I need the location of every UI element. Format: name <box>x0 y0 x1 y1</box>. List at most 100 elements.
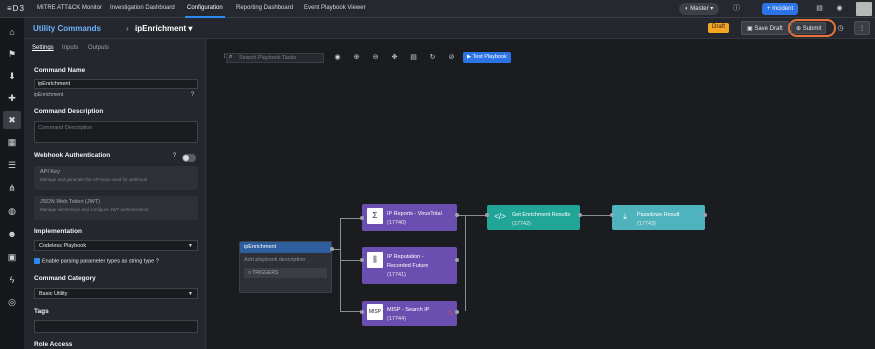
start-node-title: ipEnrichment <box>240 242 331 253</box>
add-incident-button[interactable]: + Incident <box>762 3 799 15</box>
settings-panel: Settings Inputs Outputs Command Name ipE… <box>24 39 206 349</box>
test-playbook-button[interactable]: ▶ Test Playbook <box>463 52 511 63</box>
database-icon[interactable]: ☰ <box>6 159 18 171</box>
api-key-desc: Manage and generate the API keys used fo… <box>40 177 148 182</box>
node-ip-reports-virustotal[interactable]: Σ IP Reports - VirusTotal (17740) <box>362 204 457 231</box>
submit-button[interactable]: ⊕ Submit <box>791 22 827 34</box>
download-icon[interactable]: ⬇ <box>6 70 18 82</box>
node-misp-search-ip[interactable]: MISP MISP - Search IP (17744) ⚠ <box>362 301 457 326</box>
info-icon[interactable]: ⓘ <box>732 4 741 13</box>
edge-line <box>340 218 362 219</box>
eye-icon[interactable]: ◉ <box>333 53 342 62</box>
command-name-label: Command Name <box>34 67 86 74</box>
chevron-down-icon: ▼ <box>188 291 193 297</box>
tab-inputs[interactable]: Inputs <box>62 45 78 51</box>
description-label: Command Description <box>34 108 104 115</box>
triggers-toggle[interactable]: > TRIGGERS <box>244 268 327 278</box>
jwt-desc: Manage secret keys and configure JWT aut… <box>40 207 149 212</box>
broadcast-icon[interactable]: ◍ <box>6 205 18 217</box>
node-id: (17743) <box>637 221 656 227</box>
breadcrumb-parent[interactable]: Utility Commands <box>33 24 101 33</box>
share-icon[interactable]: ⋔ <box>6 182 18 194</box>
connector-dot <box>455 310 459 314</box>
help-icon[interactable]: ? <box>188 91 197 100</box>
tab-investigation-dashboard[interactable]: Investigation Dashboard <box>110 5 175 11</box>
tools-icon[interactable]: ✖ <box>3 111 21 129</box>
tab-reporting-dashboard[interactable]: Reporting Dashboard <box>236 5 293 11</box>
refresh-icon[interactable]: ↻ <box>428 53 437 62</box>
edge-line <box>340 260 362 261</box>
report-icon[interactable]: ▣ <box>6 251 18 263</box>
node-id: (17744) <box>387 316 406 322</box>
connector-dot <box>578 213 582 217</box>
help-icon[interactable]: ? <box>170 152 179 161</box>
home-icon[interactable]: ⌂ <box>6 26 18 38</box>
description-field[interactable]: Command Description <box>34 121 198 143</box>
start-node[interactable]: ipEnrichment Add playbook description > … <box>239 241 332 293</box>
connector-dot <box>360 310 364 314</box>
document-icon[interactable]: ▤ <box>815 4 824 13</box>
calendar-icon[interactable]: ▦ <box>6 136 18 148</box>
search-icon: ⌕ <box>229 54 233 60</box>
plus-circle-icon: ⊕ <box>796 26 803 32</box>
playbook-canvas[interactable]: ⁞⁞ ⌕ Search Playbook Tasks ◉ ⊕ ⊖ ✥ ▤ ↻ ⊘… <box>207 39 875 349</box>
save-draft-button[interactable]: ▣ Save Draft <box>741 21 789 35</box>
edge-line <box>465 215 466 311</box>
puzzle-icon[interactable]: ✚ <box>6 92 18 104</box>
zoom-in-icon[interactable]: ⊕ <box>352 53 361 62</box>
download-icon: ⤓ <box>623 212 627 221</box>
flag-icon[interactable]: ⚑ <box>6 48 18 60</box>
connector-dot <box>610 213 614 217</box>
misp-icon: MISP <box>367 304 383 320</box>
tags-label: Tags <box>34 308 49 315</box>
warning-icon: ⚠ <box>446 310 453 317</box>
page-header: Utility Commands › ipEnrichment ▾ Draft … <box>24 18 875 39</box>
fingerprint-icon[interactable]: ◎ <box>6 296 18 308</box>
node-passdown-result[interactable]: ⤓ Passdown Result (17743) <box>612 205 705 230</box>
d3-logo: ≡D3 <box>7 4 25 13</box>
tags-input[interactable] <box>34 320 198 333</box>
page-title[interactable]: ipEnrichment ▾ <box>135 24 192 33</box>
command-category-select[interactable]: Basic Utility ▼ <box>34 288 198 299</box>
enable-parsing-checkbox[interactable]: Enable parsing parameter types as string… <box>34 258 159 264</box>
connector-dot <box>360 258 364 262</box>
role-access-label: Role Access <box>34 341 73 348</box>
node-title: Passdown Result <box>637 212 680 218</box>
api-key-card[interactable]: API Key Manage and generate the API keys… <box>34 166 198 190</box>
help-icon[interactable]: ? <box>156 258 159 264</box>
webhook-toggle[interactable] <box>182 154 196 162</box>
node-ip-reputation-recorded-future[interactable]: ⫼ IP Reputation - Recorded Future (17741… <box>362 247 457 284</box>
tab-mitre-attack-monitor[interactable]: MITRE ATT&CK Monitor <box>37 5 102 11</box>
connector-dot <box>455 258 459 262</box>
node-get-enrichment-results[interactable]: </> Get Enrichment Results (17742) <box>487 205 580 230</box>
connector-dot <box>703 213 707 217</box>
jwt-card[interactable]: JSON Web Token (JWT) Manage secret keys … <box>34 196 198 220</box>
tab-outputs[interactable]: Outputs <box>88 45 109 51</box>
zoom-out-icon[interactable]: ⊖ <box>371 53 380 62</box>
jwt-title: JSON Web Token (JWT) <box>40 199 101 205</box>
recorded-future-icon: ⫼ <box>367 252 383 268</box>
command-category-label: Command Category <box>34 275 96 282</box>
command-name-input[interactable]: ipEnrichment <box>34 79 198 89</box>
more-menu-icon[interactable]: ⋮ <box>854 21 870 35</box>
checkbox-checked-icon[interactable] <box>34 258 40 264</box>
move-icon[interactable]: ✥ <box>390 53 399 62</box>
implementation-select[interactable]: Codeless Playbook ▼ <box>34 240 198 251</box>
search-input[interactable]: ⌕ Search Playbook Tasks <box>226 53 324 63</box>
webhook-auth-label: Webhook Authentication <box>34 152 111 159</box>
tenant-selector[interactable]: ◐ Master ▾ <box>679 3 720 15</box>
block-icon[interactable]: ⊘ <box>447 53 456 62</box>
user-icon[interactable]: ☻ <box>6 228 18 240</box>
chat-icon[interactable]: ◉ <box>835 4 844 13</box>
history-icon[interactable]: ◷ <box>836 24 845 33</box>
chevron-down-icon: ▼ <box>188 243 193 249</box>
tab-settings[interactable]: Settings <box>32 45 54 51</box>
tab-configuration[interactable]: Configuration <box>185 5 225 18</box>
node-title: MISP - Search IP <box>387 307 430 313</box>
connector-dot <box>485 213 489 217</box>
chevron-down-icon: ▾ <box>708 6 714 12</box>
lightning-icon[interactable]: ϟ <box>6 274 18 286</box>
print-icon[interactable]: ▤ <box>409 53 418 62</box>
avatar[interactable] <box>856 2 872 16</box>
tab-event-playbook-viewer[interactable]: Event Playbook Viewer <box>304 5 366 11</box>
